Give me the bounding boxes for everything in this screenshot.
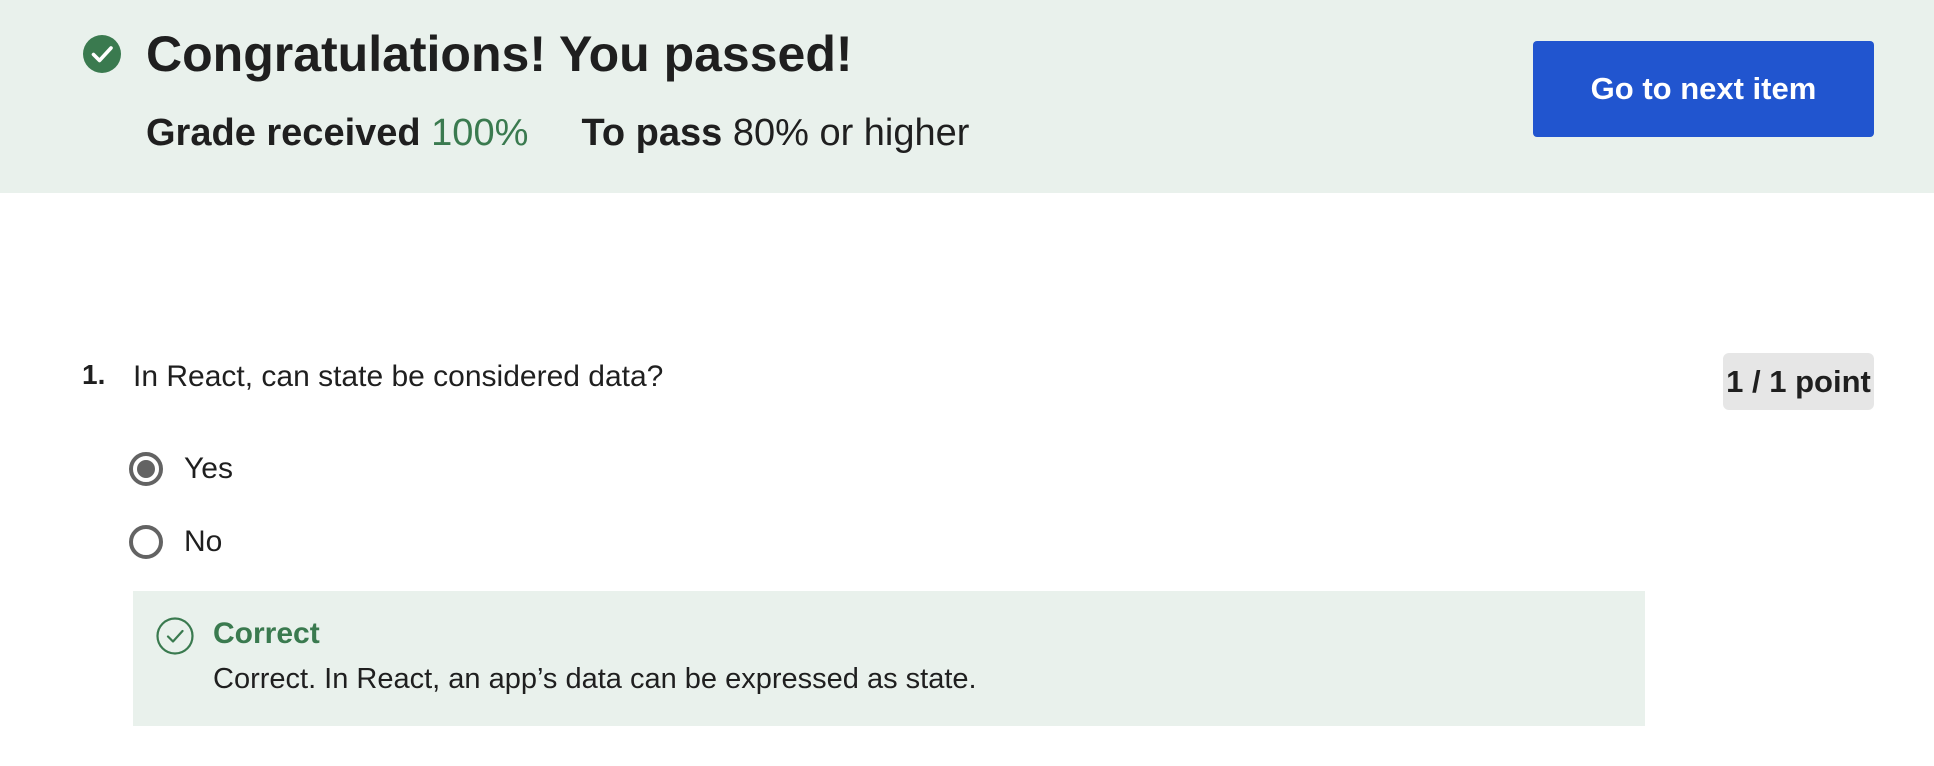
go-to-next-item-button[interactable]: Go to next item xyxy=(1533,41,1874,137)
option-yes[interactable]: Yes xyxy=(129,447,233,491)
to-pass-label: To pass xyxy=(581,112,723,154)
question-number: 1. xyxy=(82,359,106,390)
result-title: Congratulations! You passed! xyxy=(146,26,853,82)
feedback-text: Correct. In React, an app’s data can be … xyxy=(213,663,977,695)
option-label: Yes xyxy=(184,452,233,485)
grade-received-value: 100% xyxy=(431,112,529,154)
to-pass-value: 80% or higher xyxy=(732,112,970,154)
check-circle-icon xyxy=(83,35,121,73)
radio-button[interactable] xyxy=(129,525,163,559)
grade-received-label: Grade received xyxy=(146,112,421,154)
option-no[interactable]: No xyxy=(129,520,222,564)
points-badge: 1 / 1 point xyxy=(1723,353,1874,410)
feedback-panel: Correct Correct. In React, an app’s data… xyxy=(133,591,1645,726)
check-circle-outline-icon xyxy=(156,617,194,655)
radio-button-selected[interactable] xyxy=(129,452,163,486)
radio-dot xyxy=(137,460,155,478)
feedback-title: Correct xyxy=(213,617,320,650)
option-label: No xyxy=(184,525,223,558)
grade-summary: Grade received 100% To pass 80% or highe… xyxy=(146,108,969,158)
result-banner: Congratulations! You passed! Grade recei… xyxy=(0,0,1934,193)
question-text: In React, can state be considered data? xyxy=(133,360,664,393)
